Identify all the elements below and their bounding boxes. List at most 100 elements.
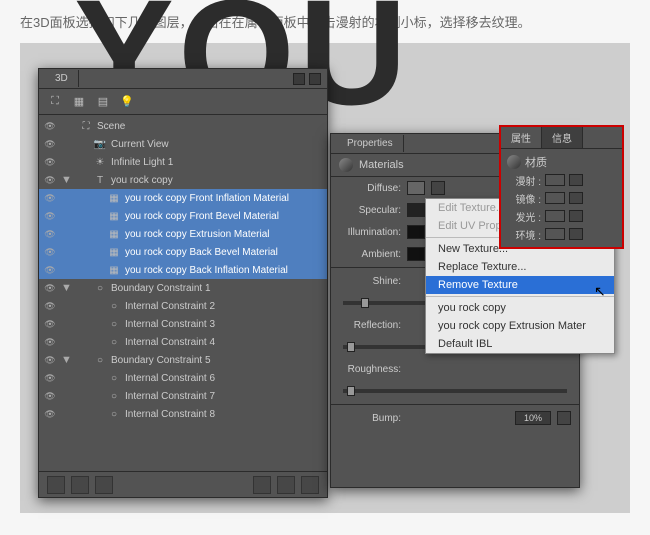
node-icon: ▦: [107, 247, 121, 258]
grid-icon[interactable]: ▦: [71, 94, 87, 110]
scene-label: Scene: [97, 121, 323, 132]
tree-item[interactable]: ▦you rock copy Back Inflation Material: [39, 261, 327, 279]
trash-icon[interactable]: [301, 476, 319, 494]
screenshot-stage: YOU 3D ⛶ ▦ ▤ 💡 ⛶ Scene 📷Current V: [20, 43, 630, 513]
tree-item-label: Internal Constraint 3: [125, 319, 323, 330]
tree-item[interactable]: ▦you rock copy Back Bevel Material: [39, 243, 327, 261]
tree-item[interactable]: ○Internal Constraint 8: [39, 405, 327, 423]
scene-root[interactable]: ⛶ Scene: [39, 117, 327, 135]
tree-item[interactable]: ☀Infinite Light 1: [39, 153, 327, 171]
render-button[interactable]: [253, 476, 271, 494]
label-reflection: Reflection:: [339, 320, 401, 331]
row-bump: Bump: 10%: [331, 407, 579, 429]
diffuse-texture-button[interactable]: [431, 181, 445, 195]
callout-texture-button[interactable]: [569, 192, 583, 204]
visibility-icon[interactable]: [43, 157, 57, 168]
node-icon: ○: [107, 319, 121, 330]
properties-subtitle: Materials: [359, 159, 404, 171]
callout-swatch[interactable]: [545, 210, 565, 222]
label-ambient: Ambient:: [339, 249, 401, 260]
context-menu-item[interactable]: Replace Texture...: [426, 258, 614, 276]
tree-item-label: Internal Constraint 6: [125, 373, 323, 384]
bump-texture-button[interactable]: [557, 411, 571, 425]
label-roughness: Roughness:: [339, 364, 401, 375]
disclosure-icon[interactable]: ▼: [61, 174, 71, 186]
bump-percent[interactable]: 10%: [515, 411, 551, 425]
node-icon: ▦: [107, 211, 121, 222]
visibility-icon[interactable]: [43, 247, 57, 258]
tree-item[interactable]: ▦you rock copy Extrusion Material: [39, 225, 327, 243]
node-icon: 📷: [93, 139, 107, 150]
node-icon: ○: [93, 355, 107, 366]
callout-swatch[interactable]: [545, 228, 565, 240]
tab-properties[interactable]: Properties: [337, 135, 404, 152]
footer-button[interactable]: [47, 476, 65, 494]
callout-label: 漫射 :: [507, 173, 541, 188]
tab-info-cn[interactable]: 信息: [542, 127, 583, 148]
tree-item[interactable]: ○Internal Constraint 2: [39, 297, 327, 315]
illumination-swatch[interactable]: [407, 225, 425, 239]
visibility-icon[interactable]: [43, 175, 57, 186]
visibility-icon[interactable]: [43, 337, 57, 348]
tree-item[interactable]: 📷Current View: [39, 135, 327, 153]
tree-item[interactable]: ○Internal Constraint 4: [39, 333, 327, 351]
tab-properties-cn[interactable]: 属性: [501, 127, 542, 148]
disclosure-icon[interactable]: ▼: [61, 354, 71, 366]
tree-item-label: Boundary Constraint 1: [111, 283, 323, 294]
context-menu-item[interactable]: you rock copy Extrusion Mater: [426, 317, 614, 335]
callout-row: 环境 :: [507, 225, 616, 243]
tree-item[interactable]: ▼Tyou rock copy: [39, 171, 327, 189]
callout-row: 发光 :: [507, 207, 616, 225]
context-menu-item[interactable]: Default IBL: [426, 335, 614, 353]
light-icon[interactable]: 💡: [119, 94, 135, 110]
tab-3d[interactable]: 3D: [45, 70, 79, 87]
callout-texture-button[interactable]: [569, 210, 583, 222]
visibility-icon[interactable]: [43, 319, 57, 330]
footer-button[interactable]: [71, 476, 89, 494]
node-icon: ▦: [107, 193, 121, 204]
visibility-icon[interactable]: [43, 139, 57, 150]
context-menu-item[interactable]: you rock copy: [426, 299, 614, 317]
tree-item[interactable]: ○Internal Constraint 7: [39, 387, 327, 405]
tree-item[interactable]: ▦you rock copy Front Inflation Material: [39, 189, 327, 207]
specular-swatch[interactable]: [407, 203, 425, 217]
visibility-icon[interactable]: [43, 229, 57, 240]
callout-properties-cn: 属性 信息 材质 漫射 :镜像 :发光 :环境 :: [499, 125, 624, 249]
tree-item[interactable]: ▼○Boundary Constraint 1: [39, 279, 327, 297]
tree-item-label: Boundary Constraint 5: [111, 355, 323, 366]
tree-item[interactable]: ▼ ○ Boundary Constraint 5: [39, 351, 327, 369]
visibility-icon[interactable]: [43, 283, 57, 294]
layers-icon[interactable]: ▤: [95, 94, 111, 110]
visibility-icon[interactable]: [43, 301, 57, 312]
callout-texture-button[interactable]: [569, 228, 583, 240]
panel-close-icon[interactable]: [309, 73, 321, 85]
tree-item[interactable]: ○Internal Constraint 6: [39, 369, 327, 387]
callout-swatch[interactable]: [545, 174, 565, 186]
tree-item[interactable]: ○ Internal Constraint 3: [39, 315, 327, 333]
ambient-swatch[interactable]: [407, 247, 425, 261]
visibility-icon[interactable]: [43, 355, 57, 366]
disclosure-icon[interactable]: ▼: [61, 282, 71, 294]
visibility-icon[interactable]: [43, 373, 57, 384]
callout-subtitle-row: 材质: [507, 153, 616, 171]
callout-swatch[interactable]: [545, 192, 565, 204]
visibility-icon[interactable]: [43, 121, 57, 132]
visibility-icon[interactable]: [43, 265, 57, 276]
node-icon: ▦: [107, 229, 121, 240]
visibility-icon[interactable]: [43, 409, 57, 420]
filter-icon[interactable]: ⛶: [47, 94, 63, 110]
roughness-slider[interactable]: [343, 389, 567, 393]
panel-menu-icon[interactable]: [293, 73, 305, 85]
visibility-icon[interactable]: [43, 211, 57, 222]
footer-button[interactable]: [95, 476, 113, 494]
new-button[interactable]: [277, 476, 295, 494]
callout-texture-button[interactable]: [569, 174, 583, 186]
tree-item-label: Infinite Light 1: [111, 157, 323, 168]
visibility-icon[interactable]: [43, 391, 57, 402]
diffuse-swatch[interactable]: [407, 181, 425, 195]
callout-label: 发光 :: [507, 209, 541, 224]
context-menu-item[interactable]: Remove Texture: [426, 276, 614, 294]
visibility-icon[interactable]: [43, 193, 57, 204]
tree-item[interactable]: ▦you rock copy Front Bevel Material: [39, 207, 327, 225]
material-icon: [339, 158, 353, 172]
